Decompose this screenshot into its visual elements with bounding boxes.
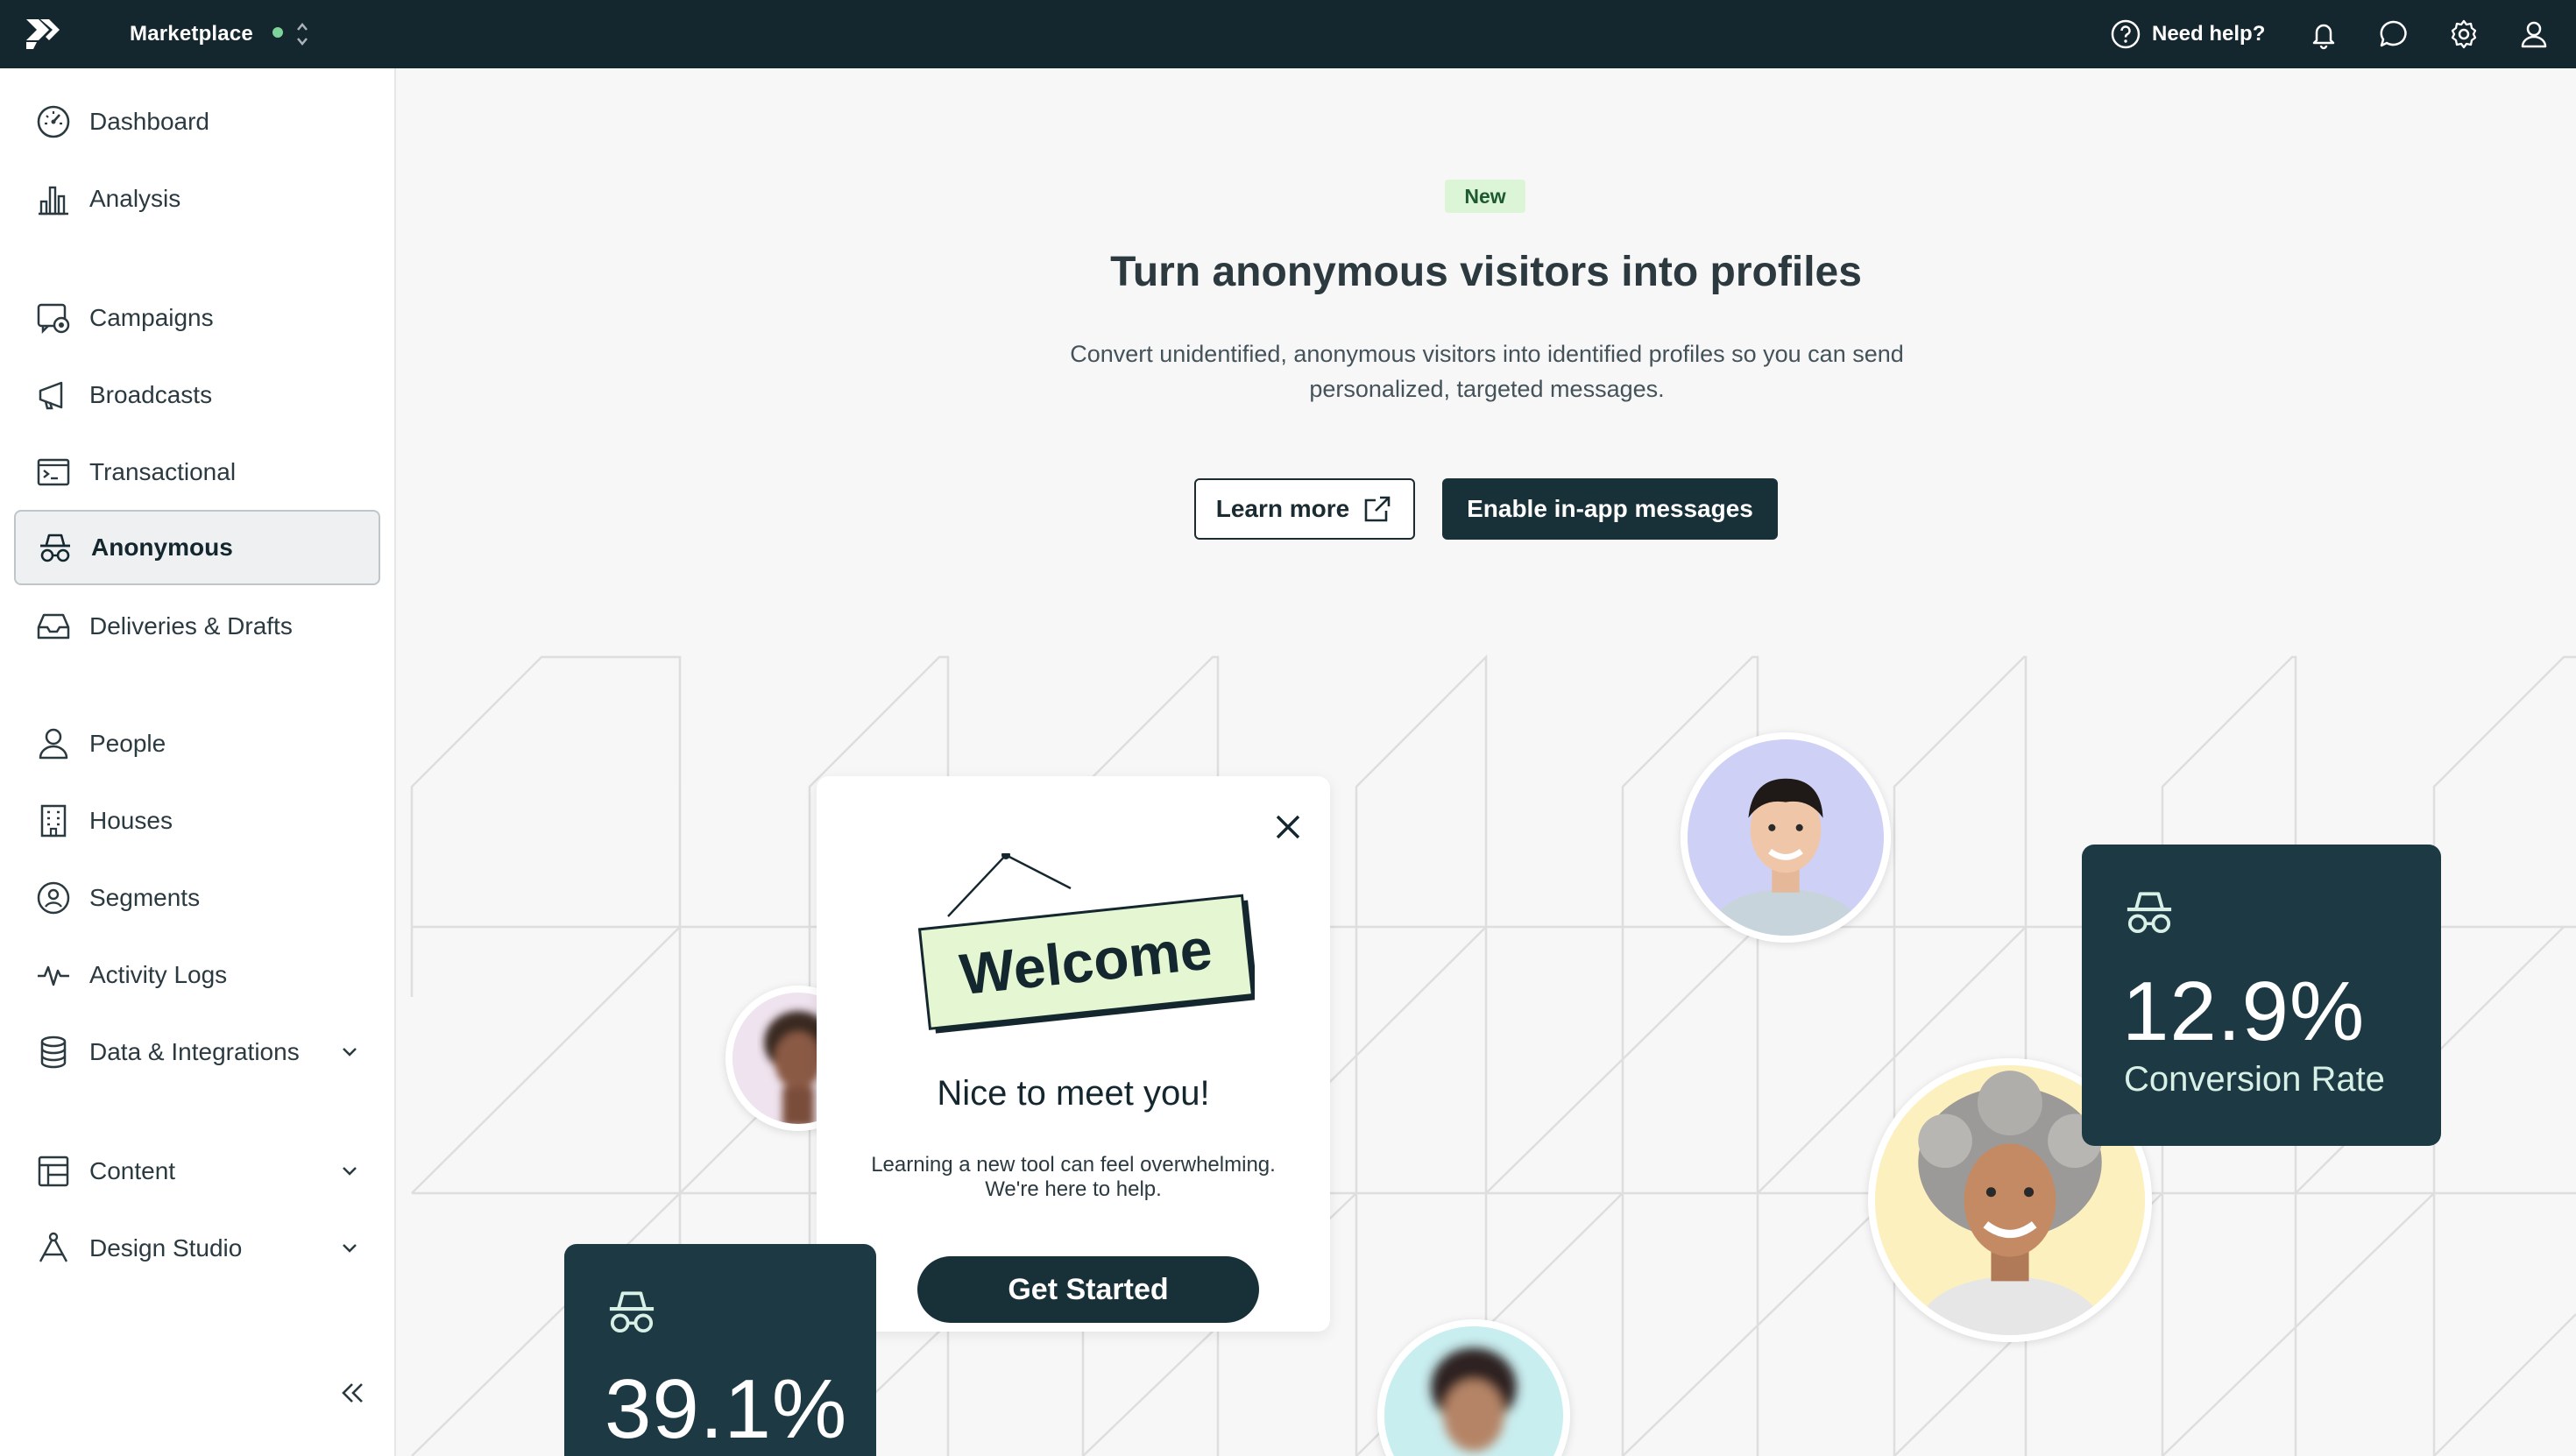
learn-more-button[interactable]: Learn more xyxy=(1194,478,1415,540)
welcome-text: Learning a new tool can feel overwhelmin… xyxy=(843,1153,1304,1202)
incognito-icon xyxy=(40,534,70,562)
sidebar-item-label: Content xyxy=(89,1157,176,1184)
visitor-rate-card: 39.1% xyxy=(564,1244,876,1456)
enable-in-app-messages-button[interactable]: Enable in-app messages xyxy=(1442,478,1778,540)
pen-tool-icon xyxy=(39,1232,68,1262)
terminal-icon xyxy=(37,458,70,486)
app-logo-icon[interactable] xyxy=(23,16,61,53)
sidebar-item-activity-logs[interactable]: Activity Logs xyxy=(14,937,380,1013)
page-title: Turn anonymous visitors into profiles xyxy=(1110,249,1862,295)
pulse-icon xyxy=(38,965,69,986)
avatar-portrait xyxy=(1384,1326,1563,1456)
database-icon xyxy=(40,1035,67,1069)
chevron-down-icon[interactable] xyxy=(338,1237,361,1260)
segment-icon xyxy=(37,881,70,915)
main-content: New Turn anonymous visitors into profile… xyxy=(396,68,2576,1456)
sidebar-item-label: Analysis xyxy=(89,185,181,212)
megaphone-icon xyxy=(39,381,63,410)
sidebar-item-label: Design Studio xyxy=(89,1234,243,1262)
sidebar-item-data-integrations[interactable]: Data & Integrations xyxy=(14,1014,380,1090)
sidebar-item-transactional[interactable]: Transactional xyxy=(14,435,380,510)
conversion-rate-label: Conversion Rate xyxy=(2124,1060,2385,1099)
page-subtitle: Convert unidentified, anonymous visitors… xyxy=(1070,341,1904,402)
double-chevron-left-icon[interactable] xyxy=(335,1375,370,1410)
building-icon xyxy=(40,804,67,838)
sidebar-item-label: Activity Logs xyxy=(89,961,228,988)
bar-chart-icon xyxy=(39,186,68,216)
sidebar-item-houses[interactable]: Houses xyxy=(14,783,380,859)
close-icon[interactable] xyxy=(1270,809,1306,845)
welcome-text-line: Learning a new tool can feel overwhelmin… xyxy=(871,1153,1276,1177)
gauge-icon xyxy=(37,105,70,138)
sidebar-item-label: Transactional xyxy=(89,458,237,485)
inbox-icon xyxy=(37,613,70,640)
sidebar-item-label: Data & Integrations xyxy=(89,1038,300,1065)
need-help-button[interactable]: Need help? xyxy=(2110,0,2265,68)
avatar-young-man xyxy=(1681,732,1891,943)
sidebar-item-label: Dashboard xyxy=(89,108,209,135)
sidebar-item-people[interactable]: People xyxy=(14,706,380,781)
sidebar-item-label: People xyxy=(89,730,166,757)
sidebar-item-segments[interactable]: Segments xyxy=(14,860,380,936)
sidebar-item-label: Segments xyxy=(89,884,201,911)
welcome-text-line: We're here to help. xyxy=(985,1177,1162,1201)
learn-more-label: Learn more xyxy=(1215,495,1350,522)
chevron-down-icon[interactable] xyxy=(338,1041,361,1064)
external-link-icon xyxy=(1364,496,1391,522)
sidebar: Dashboard Analysis Campaigns Broadcasts xyxy=(0,68,396,1456)
sidebar-item-content[interactable]: Content xyxy=(14,1134,380,1209)
layout-icon xyxy=(38,1156,69,1187)
welcome-modal-preview: Welcome Nice to meet you! Learning a new… xyxy=(817,776,1330,1332)
chat-bubble-icon[interactable] xyxy=(2376,17,2411,52)
bell-icon[interactable] xyxy=(2306,17,2341,52)
conversion-rate-card: 12.9% Conversion Rate xyxy=(2082,845,2441,1146)
question-circle-icon xyxy=(2111,19,2141,49)
incognito-icon xyxy=(609,1291,655,1333)
person-icon xyxy=(39,728,68,760)
avatar-portrait xyxy=(1688,739,1884,936)
visitor-rate-value: 39.1% xyxy=(605,1362,848,1456)
workspace-status-dot xyxy=(272,27,283,38)
sidebar-item-anonymous[interactable]: Anonymous xyxy=(14,510,380,585)
sidebar-item-dashboard[interactable]: Dashboard xyxy=(14,84,380,159)
sidebar-item-design-studio[interactable]: Design Studio xyxy=(14,1211,380,1286)
welcome-title: Nice to meet you! xyxy=(937,1074,1210,1113)
campaign-icon xyxy=(37,303,70,335)
sidebar-item-label: Campaigns xyxy=(89,304,214,331)
sidebar-item-label: Broadcasts xyxy=(89,381,213,408)
conversion-rate-value: 12.9% xyxy=(2122,965,2366,1058)
sidebar-item-deliveries-drafts[interactable]: Deliveries & Drafts xyxy=(14,589,380,664)
need-help-label: Need help? xyxy=(2152,22,2266,46)
sidebar-item-label: Deliveries & Drafts xyxy=(89,612,293,640)
chevron-down-icon[interactable] xyxy=(338,1160,361,1183)
incognito-icon xyxy=(2127,892,2172,934)
sidebar-item-analysis[interactable]: Analysis xyxy=(14,161,380,237)
sidebar-item-label: Anonymous xyxy=(91,534,233,561)
sidebar-item-campaigns[interactable]: Campaigns xyxy=(14,280,380,356)
welcome-sign-illustration: Welcome xyxy=(917,853,1255,1034)
user-icon[interactable] xyxy=(2516,17,2551,52)
new-badge: New xyxy=(1445,180,1525,213)
sidebar-item-broadcasts[interactable]: Broadcasts xyxy=(14,357,380,433)
chevron-up-down-icon[interactable] xyxy=(293,19,312,49)
sidebar-item-label: Houses xyxy=(89,807,173,834)
get-started-button[interactable]: Get Started xyxy=(917,1256,1259,1323)
top-bar: Marketplace Need help? xyxy=(0,0,2576,68)
gear-icon[interactable] xyxy=(2446,17,2481,52)
workspace-name[interactable]: Marketplace xyxy=(130,0,253,68)
